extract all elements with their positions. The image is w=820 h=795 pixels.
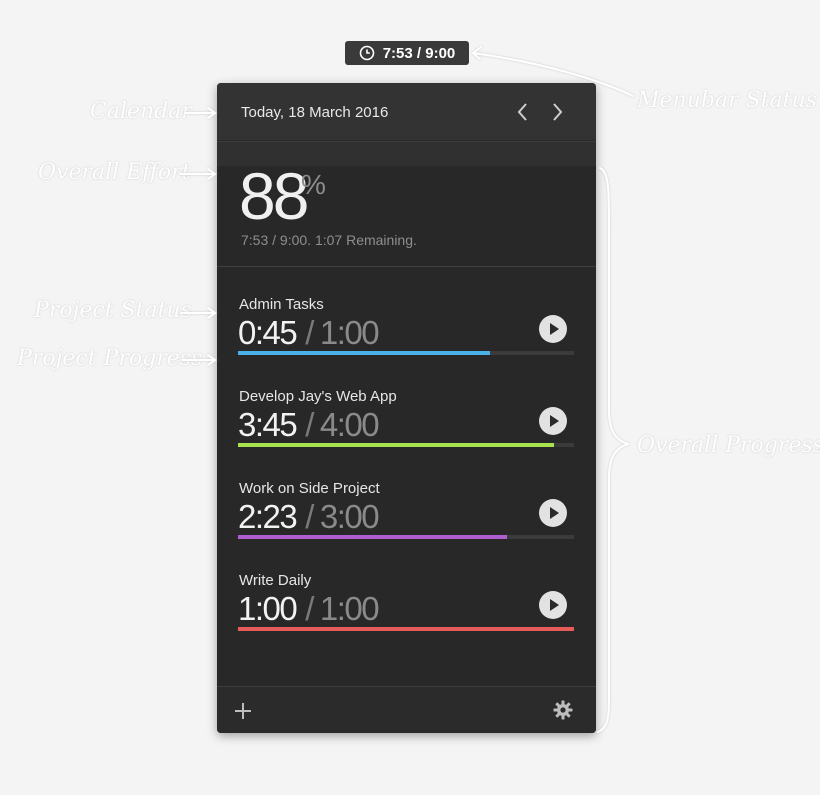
overall-effort-percent-sign: %: [301, 169, 326, 200]
project-status: 2:23/3:00: [238, 498, 380, 535]
project-status: 0:45/1:00: [238, 314, 380, 351]
project-item: Work on Side Project 2:23/3:00: [238, 480, 574, 560]
footer-toolbar: [217, 686, 596, 733]
annotation-overall-effort: Overall Effort: [38, 160, 191, 185]
annotation-menubar-status: Menubar Status: [637, 88, 817, 113]
play-icon: [550, 599, 559, 611]
project-item: Develop Jay's Web App 3:45/4:00: [238, 388, 574, 468]
divider: [217, 266, 596, 267]
project-progress-fill: [238, 351, 490, 355]
project-name: Develop Jay's Web App: [239, 388, 397, 405]
project-status: 1:00/1:00: [238, 590, 380, 627]
plus-icon[interactable]: [233, 701, 253, 721]
project-time-budget: 4:00: [319, 406, 380, 443]
annotation-project-progress: Project Progress: [17, 346, 203, 371]
project-name: Work on Side Project: [239, 480, 380, 497]
gear-icon[interactable]: [553, 700, 573, 720]
annotation-overall-progress: Overall Progress: [637, 433, 820, 458]
project-time-budget: 1:00: [319, 590, 380, 627]
project-name: Admin Tasks: [239, 296, 324, 313]
play-icon: [550, 507, 559, 519]
calendar-header: Today, 18 March 2016: [217, 83, 596, 140]
menubar-status-text: 7:53 / 9:00: [382, 44, 456, 62]
project-time-spent: 1:00: [238, 590, 298, 627]
project-progress-bar: [238, 351, 574, 355]
play-button[interactable]: [539, 315, 567, 343]
project-progress-bar: [238, 535, 574, 539]
calendar-date: Today, 18 March 2016: [241, 104, 389, 121]
project-progress-fill: [238, 443, 554, 447]
project-time-spent: 3:45: [238, 406, 298, 443]
play-icon: [550, 415, 559, 427]
project-time-spent: 0:45: [238, 314, 298, 351]
overall-effort-percent: 88: [239, 159, 309, 233]
play-button[interactable]: [539, 407, 567, 435]
annotation-project-status: Project Status: [34, 298, 192, 323]
project-progress-fill: [238, 627, 574, 631]
tracker-popover: Today, 18 March 2016 88 % 7:53 / 9:00. 1…: [217, 83, 596, 733]
project-status: 3:45/4:00: [238, 406, 380, 443]
overall-effort-summary: 7:53 / 9:00. 1:07 Remaining.: [241, 232, 417, 248]
project-progress-bar: [238, 443, 574, 447]
chevron-left-icon[interactable]: [515, 101, 531, 123]
play-button[interactable]: [539, 591, 567, 619]
project-time-spent: 2:23: [238, 498, 298, 535]
project-item: Write Daily 1:00/1:00: [238, 572, 574, 652]
play-button[interactable]: [539, 499, 567, 527]
annotation-calendar: Calendar: [90, 99, 192, 124]
project-time-budget: 3:00: [319, 498, 380, 535]
project-progress-bar: [238, 627, 574, 631]
play-icon: [550, 323, 559, 335]
menubar-status[interactable]: 7:53 / 9:00: [345, 41, 469, 65]
project-name: Write Daily: [239, 572, 312, 589]
chevron-right-icon[interactable]: [549, 101, 565, 123]
project-progress-fill: [238, 535, 507, 539]
clock-icon: [359, 45, 375, 61]
project-time-budget: 1:00: [319, 314, 380, 351]
project-item: Admin Tasks 0:45/1:00: [238, 296, 574, 376]
